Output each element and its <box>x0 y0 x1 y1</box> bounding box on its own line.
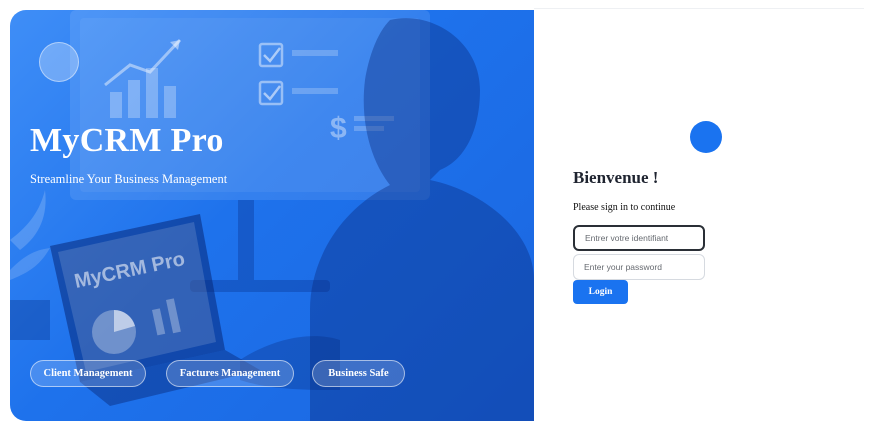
login-panel <box>534 10 873 421</box>
password-input[interactable] <box>573 254 705 280</box>
logo-circle-icon <box>39 42 79 82</box>
login-page: $ MyCRM Pro MyCRM Pro Streamline Your Bu… <box>0 0 873 421</box>
pie-chart-icon <box>92 310 136 354</box>
top-divider <box>534 8 864 9</box>
feature-pill-business-safe[interactable]: Business Safe <box>312 360 405 387</box>
hero-subtitle: Streamline Your Business Management <box>30 172 228 186</box>
login-button[interactable]: Login <box>573 280 628 304</box>
plant-icon <box>10 190 50 340</box>
feature-pill-client-management[interactable]: Client Management <box>30 360 146 387</box>
svg-text:$: $ <box>330 112 347 145</box>
hero-title: MyCRM Pro <box>30 122 224 159</box>
logo-circle-icon <box>690 121 722 153</box>
login-title: Bienvenue ! <box>573 168 659 187</box>
feature-pill-factures-management[interactable]: Factures Management <box>166 360 294 387</box>
username-input[interactable] <box>573 225 705 251</box>
login-subtitle: Please sign in to continue <box>573 202 676 213</box>
